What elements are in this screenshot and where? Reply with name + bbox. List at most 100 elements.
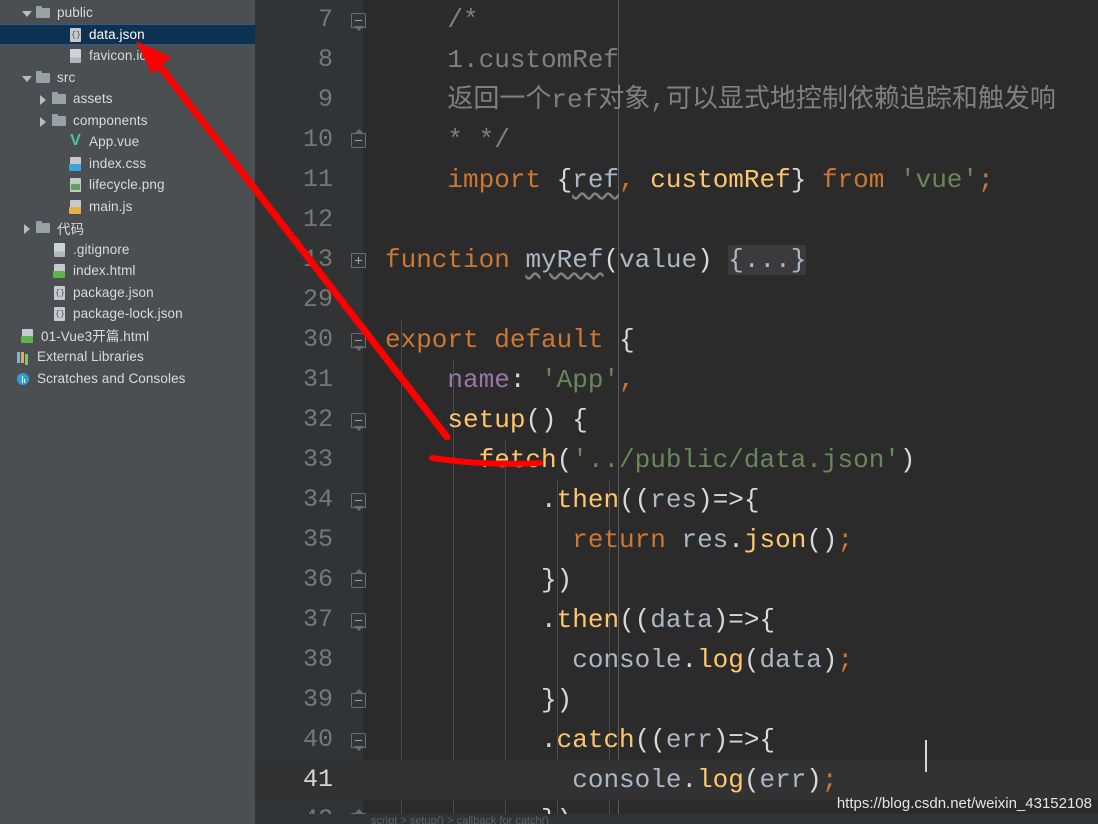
fold-collapse-start-icon[interactable] xyxy=(349,331,368,351)
code-line-31[interactable]: 31 name: 'App', xyxy=(255,360,1098,400)
tree-item-data-json[interactable]: data.json xyxy=(0,23,255,45)
code-token: log xyxy=(697,645,744,675)
tree-item-src[interactable]: src xyxy=(0,67,255,89)
tree-item-[interactable]: 代码 xyxy=(0,217,255,239)
page-icon xyxy=(51,241,68,258)
chevron-right-icon[interactable] xyxy=(20,221,33,235)
tree-item-gitignore[interactable]: .gitignore xyxy=(0,239,255,261)
code-line-33[interactable]: 33 fetch('../public/data.json') xyxy=(255,440,1098,480)
code-line-36[interactable]: 36 }) xyxy=(255,560,1098,600)
twisty-spacer xyxy=(4,329,17,342)
code-line-text[interactable]: export default { xyxy=(377,320,1098,360)
code-line-text[interactable]: * */ xyxy=(377,120,1098,160)
chevron-right-icon[interactable] xyxy=(36,114,49,127)
code-line-text[interactable]: 1.customRef xyxy=(377,40,1098,80)
fold-column xyxy=(343,0,377,40)
code-line-11[interactable]: 11 import {ref, customRef} from 'vue'; xyxy=(255,160,1098,200)
tree-item-label: index.css xyxy=(89,155,147,171)
code-line-text[interactable]: }) xyxy=(377,560,1098,600)
fold-collapse-end-icon[interactable] xyxy=(349,689,368,710)
code-line-text[interactable]: function myRef(value) {...} xyxy=(377,240,1098,280)
tree-item-label: assets xyxy=(73,91,113,107)
code-token: . xyxy=(541,485,557,515)
code-token: ( xyxy=(743,645,760,675)
tree-item-lifecycle-png[interactable]: lifecycle.png xyxy=(0,174,255,196)
html-icon xyxy=(19,327,36,344)
tree-item-package-json[interactable]: package.json xyxy=(0,282,255,304)
code-line-35[interactable]: 35 return res.json(); xyxy=(255,520,1098,560)
code-line-text[interactable]: .then((data)=>{ xyxy=(377,600,1098,640)
css-icon xyxy=(67,155,84,172)
code-line-41[interactable]: 41 console.log(err); xyxy=(255,760,1098,800)
line-number: 39 xyxy=(302,685,333,714)
code-line-text[interactable]: .catch((err)=>{ xyxy=(377,720,1098,760)
tree-item-external-libraries[interactable]: External Libraries xyxy=(0,346,255,368)
code-token: )=>{ xyxy=(712,605,776,635)
fold-collapse-start-icon[interactable] xyxy=(349,731,368,751)
code-token: ; xyxy=(837,525,854,555)
tree-item-scratches-and-consoles[interactable]: Scratches and Consoles xyxy=(0,368,255,390)
code-line-text[interactable]: console.log(data); xyxy=(377,640,1098,680)
code-lines[interactable]: 7 /* 8 1.customRef 9 返回一个ref对象,可以显式地控制依赖追踪… xyxy=(255,0,1098,824)
chevron-down-icon[interactable] xyxy=(20,6,33,19)
fold-collapse-start-icon[interactable] xyxy=(349,11,368,31)
tree-item-public[interactable]: public xyxy=(0,2,255,24)
tree-item-assets[interactable]: assets xyxy=(0,88,255,110)
tree-item-index-css[interactable]: index.css xyxy=(0,153,255,175)
code-line-7[interactable]: 7 /* xyxy=(255,0,1098,40)
code-line-39[interactable]: 39 }) xyxy=(255,680,1098,720)
code-line-9[interactable]: 9 返回一个ref对象,可以显式地控制依赖追踪和触发响 xyxy=(255,80,1098,120)
fold-column xyxy=(343,760,377,800)
tree-item-01-vue3-html[interactable]: 01-Vue3开篇.html xyxy=(0,325,255,347)
code-token: data xyxy=(650,605,713,635)
fold-collapse-start-icon[interactable] xyxy=(349,611,368,631)
code-line-34[interactable]: 34 .then((res)=>{ xyxy=(255,480,1098,520)
fold-marker-box xyxy=(351,733,366,748)
fold-collapse-start-icon[interactable] xyxy=(349,411,368,431)
project-tree-panel[interactable]: public data.json favicon.ico src assets compo… xyxy=(0,0,255,824)
code-line-37[interactable]: 37 .then((data)=>{ xyxy=(255,600,1098,640)
code-line-12[interactable]: 12 xyxy=(255,200,1098,240)
fold-collapse-end-icon[interactable] xyxy=(349,129,368,150)
code-line-38[interactable]: 38 console.log(data); xyxy=(255,640,1098,680)
code-token: {...} xyxy=(728,245,807,275)
code-token: ( xyxy=(743,765,760,795)
code-line-text[interactable]: fetch('../public/data.json') xyxy=(377,440,1098,480)
code-line-text[interactable]: /* xyxy=(377,0,1098,40)
code-line-text[interactable]: name: 'App', xyxy=(377,360,1098,400)
chevron-right-icon[interactable] xyxy=(36,92,49,106)
tree-item-app-vue[interactable]: App.vue xyxy=(0,131,255,153)
fold-marker-box xyxy=(351,413,366,428)
fold-collapse-start-icon[interactable] xyxy=(349,491,368,511)
fold-expand-icon[interactable] xyxy=(349,251,368,270)
tree-item-main-js[interactable]: main.js xyxy=(0,196,255,218)
code-line-30[interactable]: 30 export default { xyxy=(255,320,1098,360)
code-line-29[interactable]: 29 xyxy=(255,280,1098,320)
code-line-10[interactable]: 10 * */ xyxy=(255,120,1098,160)
code-line-32[interactable]: 32 setup() { xyxy=(255,400,1098,440)
code-line-text[interactable]: setup() { xyxy=(377,400,1098,440)
code-line-13[interactable]: 13 function myRef(value) {...} xyxy=(255,240,1098,280)
code-token: )=>{ xyxy=(697,485,760,515)
editor-breadcrumb[interactable]: script > setup() > callback for catch() xyxy=(255,814,1098,824)
code-line-text[interactable]: }) xyxy=(377,680,1098,720)
code-line-8[interactable]: 8 1.customRef xyxy=(255,40,1098,80)
code-line-text[interactable]: return res.json(); xyxy=(377,520,1098,560)
code-line-40[interactable]: 40 .catch((err)=>{ xyxy=(255,720,1098,760)
twisty-spacer xyxy=(0,350,13,363)
code-token: '../public/data.json' xyxy=(572,445,900,475)
tree-item-index-html[interactable]: index.html xyxy=(0,260,255,282)
code-line-text[interactable]: import {ref, customRef} from 'vue'; xyxy=(377,160,1098,200)
tree-item-components[interactable]: components xyxy=(0,110,255,132)
code-token: 返回一个ref对象,可以显式地控制依赖追踪和触发响 xyxy=(385,85,1056,115)
code-line-text[interactable]: .then((res)=>{ xyxy=(377,480,1098,520)
tree-item-favicon-ico[interactable]: favicon.ico xyxy=(0,45,255,67)
code-editor[interactable]: 7 /* 8 1.customRef 9 返回一个ref对象,可以显式地控制依赖追踪… xyxy=(255,0,1098,824)
chevron-down-icon[interactable] xyxy=(20,71,33,84)
code-line-text[interactable]: 返回一个ref对象,可以显式地控制依赖追踪和触发响 xyxy=(377,80,1098,120)
project-tree-list[interactable]: public data.json favicon.ico src assets compo… xyxy=(0,2,255,389)
fold-collapse-end-icon[interactable] xyxy=(349,569,368,590)
tree-item-package-lock-json[interactable]: package-lock.json xyxy=(0,303,255,325)
code-line-text[interactable]: console.log(err); xyxy=(377,760,1098,800)
